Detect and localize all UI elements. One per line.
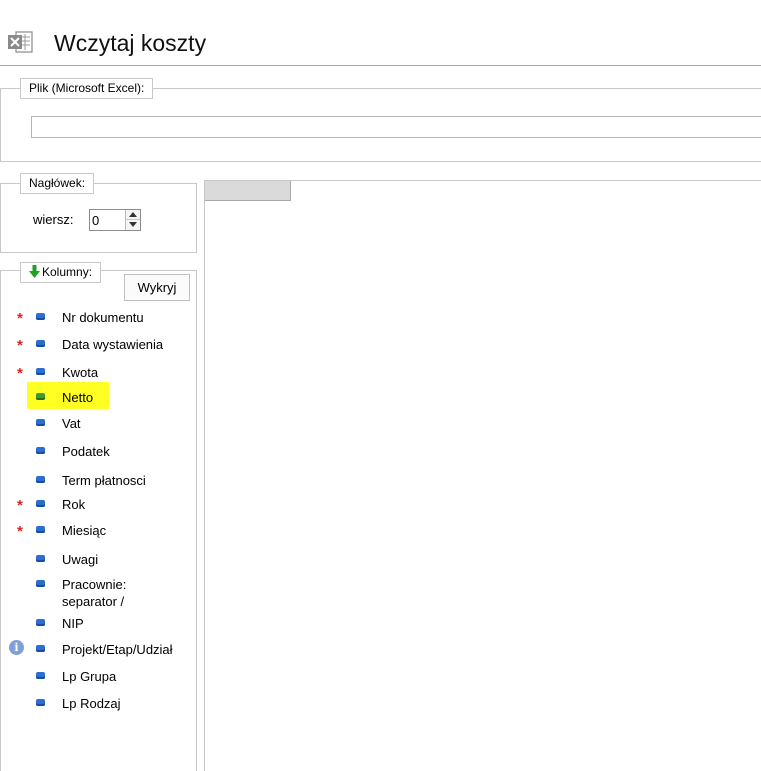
column-item[interactable]: * Nr dokumentu bbox=[0, 309, 196, 331]
column-field-icon bbox=[36, 699, 45, 706]
column-item-label: Netto bbox=[62, 390, 94, 405]
header-group-legend: Nagłówek: bbox=[20, 173, 95, 194]
column-item[interactable]: Pracownie: separator / bbox=[0, 576, 196, 609]
header-row-stepper[interactable]: 0 bbox=[89, 209, 141, 231]
columns-group-label: Kolumny: bbox=[42, 265, 93, 279]
column-item-label: Uwagi bbox=[62, 552, 99, 567]
column-field-icon bbox=[36, 340, 45, 347]
column-field-icon bbox=[36, 526, 45, 533]
page-title: Wczytaj koszty bbox=[54, 30, 207, 56]
column-item[interactable]: Podatek bbox=[0, 443, 196, 465]
column-item[interactable]: Lp Grupa bbox=[0, 668, 196, 690]
column-field-icon bbox=[36, 645, 45, 652]
column-item[interactable]: NIP bbox=[0, 615, 196, 637]
column-item-label: Kwota bbox=[62, 365, 99, 380]
column-item-label: Lp Rodzaj bbox=[62, 696, 121, 711]
column-field-icon bbox=[36, 580, 45, 587]
column-item-label: Miesiąc bbox=[62, 523, 107, 538]
stepper-buttons bbox=[125, 210, 140, 230]
column-item-label: Term płatnosci bbox=[62, 473, 146, 488]
column-item-label: Rok bbox=[62, 497, 86, 512]
required-marker: * bbox=[17, 523, 23, 540]
detect-button[interactable]: Wykryj bbox=[124, 274, 190, 301]
column-field-icon bbox=[36, 313, 45, 320]
column-field-icon bbox=[36, 555, 45, 562]
arrow-down-icon bbox=[29, 265, 40, 278]
header-row-label: wiersz: bbox=[33, 212, 74, 227]
header-row-value[interactable]: 0 bbox=[92, 213, 99, 228]
column-field-icon bbox=[36, 619, 45, 626]
column-field-icon bbox=[36, 368, 45, 375]
column-item[interactable]: Netto bbox=[0, 389, 196, 411]
column-item-label: Projekt/Etap/Udział bbox=[62, 642, 173, 657]
columns-group-legend: Kolumny: bbox=[20, 262, 102, 283]
column-item[interactable]: Lp Rodzaj bbox=[0, 695, 196, 717]
column-item[interactable]: * Miesiąc bbox=[0, 522, 196, 544]
column-item[interactable]: * Kwota bbox=[0, 364, 196, 386]
required-marker: * bbox=[17, 497, 23, 514]
column-item-label: Nr dokumentu bbox=[62, 310, 144, 325]
column-item[interactable]: * Data wystawienia bbox=[0, 336, 196, 358]
column-field-icon bbox=[36, 672, 45, 679]
column-item-label: Podatek bbox=[62, 444, 110, 459]
column-item-label: Vat bbox=[62, 416, 81, 431]
chevron-up-icon bbox=[129, 212, 137, 217]
required-marker: * bbox=[17, 337, 23, 354]
excel-file-icon bbox=[8, 31, 33, 53]
column-item-label: Data wystawienia bbox=[62, 337, 164, 352]
column-item-label: NIP bbox=[62, 616, 84, 631]
chevron-down-icon bbox=[129, 222, 137, 227]
column-item[interactable]: Term płatnosci bbox=[0, 472, 196, 494]
column-item[interactable]: Uwagi bbox=[0, 551, 196, 573]
column-item[interactable]: i Projekt/Etap/Udział bbox=[0, 640, 196, 663]
stepper-up-button[interactable] bbox=[126, 210, 140, 220]
file-path-input[interactable] bbox=[31, 116, 761, 138]
info-icon[interactable]: i bbox=[9, 640, 24, 655]
grid-header-cell[interactable] bbox=[205, 181, 291, 201]
column-field-icon bbox=[36, 476, 45, 483]
file-group-label: Plik (Microsoft Excel): bbox=[29, 81, 145, 95]
required-marker: * bbox=[17, 365, 23, 382]
column-field-icon bbox=[36, 447, 45, 454]
column-item[interactable]: Vat bbox=[0, 415, 196, 437]
column-item-label: Lp Grupa bbox=[62, 669, 117, 684]
column-item[interactable]: * Rok bbox=[0, 496, 196, 518]
column-item-label: Pracownie: separator / bbox=[62, 577, 127, 609]
title-bar: Wczytaj koszty bbox=[0, 0, 761, 66]
column-field-icon bbox=[36, 500, 45, 507]
header-group-label: Nagłówek: bbox=[29, 176, 86, 190]
stepper-down-button[interactable] bbox=[126, 220, 140, 230]
required-marker: * bbox=[17, 310, 23, 327]
column-field-icon bbox=[36, 419, 45, 426]
preview-grid[interactable] bbox=[204, 180, 761, 771]
file-group-legend: Plik (Microsoft Excel): bbox=[20, 78, 154, 99]
column-field-icon bbox=[36, 393, 45, 400]
